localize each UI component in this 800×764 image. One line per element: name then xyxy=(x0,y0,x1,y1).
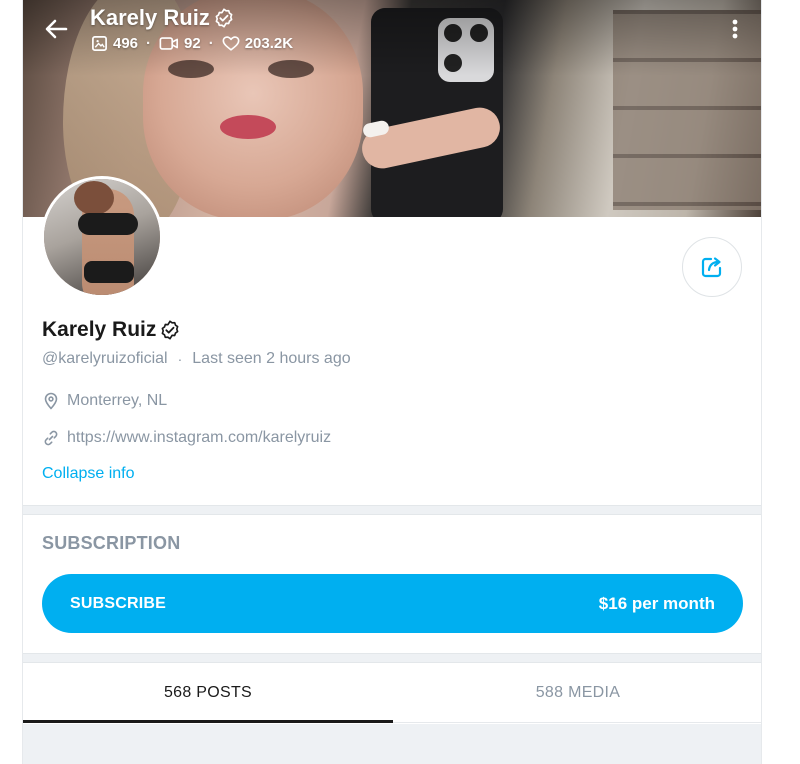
separator-dot: · xyxy=(177,351,183,367)
website-link[interactable]: https://www.instagram.com/karelyruiz xyxy=(67,429,331,447)
location-pin-icon xyxy=(44,392,58,410)
location-row: Monterrey, NL xyxy=(42,392,167,410)
website-link-row[interactable]: https://www.instagram.com/karelyruiz xyxy=(42,429,331,447)
kebab-menu-icon xyxy=(732,19,738,39)
section-divider xyxy=(23,505,761,515)
collapse-info-link[interactable]: Collapse info xyxy=(42,465,135,483)
video-icon xyxy=(159,37,179,50)
image-icon xyxy=(92,36,107,51)
location-text: Monterrey, NL xyxy=(67,392,168,409)
arrow-left-icon xyxy=(45,19,68,39)
heart-icon xyxy=(222,36,240,51)
share-button[interactable] xyxy=(682,237,742,297)
header-stats: 496 · 92 · 203.2K xyxy=(91,35,293,52)
images-count: 496 xyxy=(91,35,138,52)
tab-media[interactable]: 588 MEDIA xyxy=(393,663,761,722)
header-title: Karely Ruiz xyxy=(90,5,235,31)
subscription-title: SUBSCRIPTION xyxy=(42,533,181,553)
profile-handle: @karelyruizoficial xyxy=(42,350,168,367)
tab-posts[interactable]: 568 POSTS xyxy=(23,663,393,723)
back-button[interactable] xyxy=(41,14,71,44)
subscribe-label: SUBSCRIBE xyxy=(70,594,167,612)
handle-row: @karelyruizoficial · Last seen 2 hours a… xyxy=(42,350,351,368)
more-options-button[interactable] xyxy=(725,14,745,44)
subscription-price: $16 per month xyxy=(598,593,715,613)
profile-page: Karely Ruiz 496 · 92 · 203.2K Karely Rui… xyxy=(22,0,762,764)
videos-count: 92 xyxy=(159,35,201,52)
header-name: Karely Ruiz xyxy=(90,5,210,30)
avatar[interactable] xyxy=(41,176,163,298)
section-divider xyxy=(23,653,761,663)
verified-badge-icon xyxy=(215,8,233,28)
profile-name: Karely Ruiz xyxy=(42,318,181,342)
top-bar: Karely Ruiz 496 · 92 · 203.2K xyxy=(23,0,761,60)
subscribe-button[interactable]: SUBSCRIBE $16 per month xyxy=(42,574,743,633)
content-tabs: 568 POSTS 588 MEDIA xyxy=(23,663,761,723)
last-seen: Last seen 2 hours ago xyxy=(192,350,351,367)
likes-count: 203.2K xyxy=(222,35,293,52)
link-icon xyxy=(44,430,58,446)
feed-area xyxy=(23,724,761,764)
share-icon xyxy=(701,257,722,278)
verified-badge-icon xyxy=(161,320,179,340)
